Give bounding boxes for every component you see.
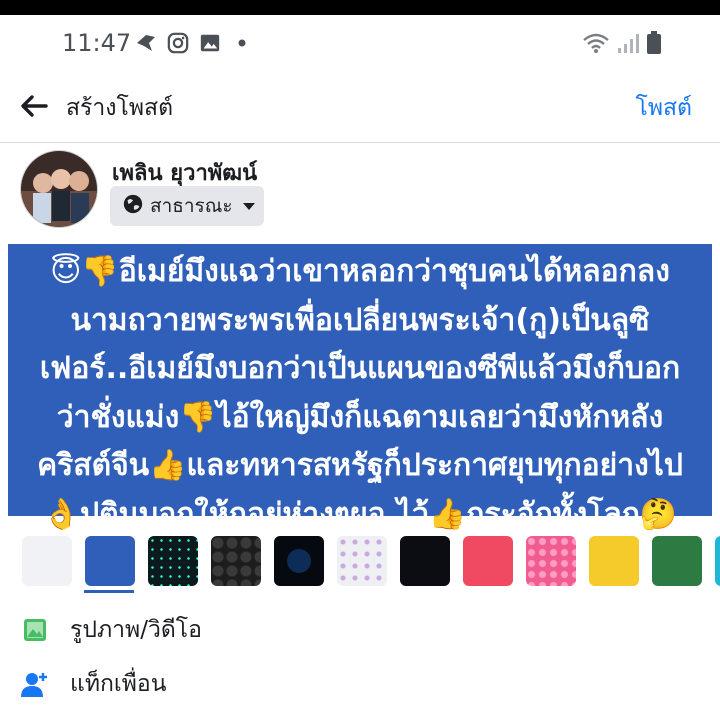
globe-icon [122, 193, 144, 219]
signal-icon [616, 32, 640, 58]
audience-label: สาธารณะ [150, 195, 233, 217]
background-swatches [22, 536, 720, 586]
gallery-icon [198, 31, 222, 55]
swatch-night-moon[interactable] [274, 536, 324, 586]
back-arrow-icon[interactable] [18, 90, 50, 122]
dot-icon [230, 31, 254, 55]
avatar[interactable] [20, 150, 98, 228]
caret-down-icon [242, 202, 255, 210]
create-post-header: สร้างโพสต์ โพสต์ [0, 70, 720, 143]
post-text[interactable]: 😇👎อีเมย์มึงแฉว่าเขาหลอกว่าชุบคนได้หลอกลง… [8, 248, 712, 539]
page-title: สร้างโพสต์ [66, 95, 174, 121]
battery-icon [646, 31, 662, 59]
tag-friend-icon [20, 669, 50, 699]
status-system-icons [582, 31, 662, 59]
post-button[interactable]: โพสต์ [636, 90, 693, 126]
status-notification-icons [134, 31, 254, 55]
swatch-pink-hearts[interactable] [526, 536, 576, 586]
audience-selector[interactable]: สาธารณะ [110, 186, 264, 226]
option-tag-friends[interactable]: แท็กเพื่อน [20, 666, 166, 702]
wifi-icon [582, 32, 610, 58]
vpn-bird-icon [134, 31, 158, 55]
instagram-icon [166, 31, 190, 55]
status-bar: 11:47 [0, 15, 720, 70]
photo-icon [20, 615, 50, 645]
swatch-pale-flowers[interactable] [337, 536, 387, 586]
swatch-yellow-emoji[interactable] [589, 536, 639, 586]
swatch-coral[interactable] [463, 536, 513, 586]
swatch-dark-hearts[interactable] [211, 536, 261, 586]
selected-swatch-indicator [84, 590, 134, 593]
user-name: เพลิน ยุวาพัฒน์ [112, 161, 258, 186]
option-photo-video[interactable]: รูปภาพ/วิดีโอ [20, 612, 202, 648]
swatch-solid-blue[interactable] [85, 536, 135, 586]
swatch-plain-white[interactable] [22, 536, 72, 586]
status-time: 11:47 [62, 29, 132, 57]
top-black-bar [0, 0, 720, 15]
swatch-dark-stars[interactable] [148, 536, 198, 586]
option-photo-video-label: รูปภาพ/วิดีโอ [70, 617, 202, 643]
swatch-cyan[interactable] [715, 536, 720, 586]
swatch-dark-night[interactable] [400, 536, 450, 586]
option-tag-friends-label: แท็กเพื่อน [70, 671, 167, 697]
swatch-green-leaf[interactable] [652, 536, 702, 586]
